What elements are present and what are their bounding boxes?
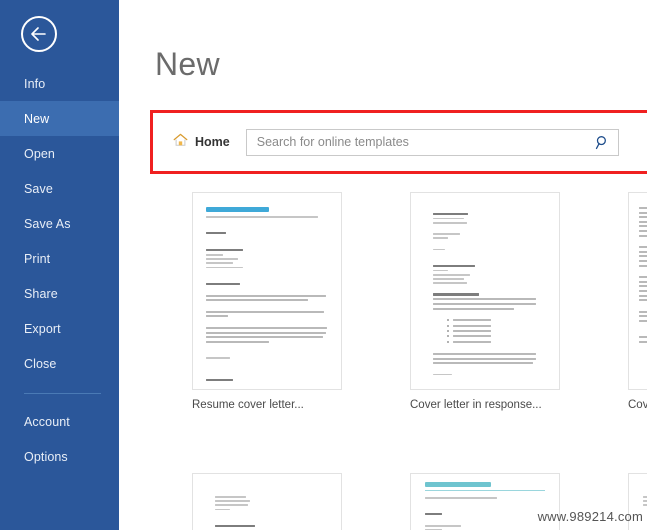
template-row: Resume cover letter... bbox=[192, 192, 647, 411]
sidebar-item-label: Account bbox=[24, 415, 70, 429]
template-search-row: Home bbox=[150, 110, 647, 174]
sidebar-item-label: New bbox=[24, 112, 49, 126]
sidebar-item-label: Options bbox=[24, 450, 68, 464]
template-grid: Resume cover letter... bbox=[192, 192, 647, 530]
sidebar-item-account[interactable]: Account bbox=[0, 404, 119, 439]
sidebar-item-export[interactable]: Export bbox=[0, 311, 119, 346]
template-thumbnail bbox=[410, 192, 560, 390]
backstage-nav: Info New Open Save Save As Print Share E… bbox=[0, 66, 119, 474]
template-thumbnail bbox=[192, 192, 342, 390]
template-card-cover-letter-in-response[interactable]: Cover letter in response... bbox=[410, 192, 560, 411]
home-label: Home bbox=[195, 135, 230, 149]
sidebar-item-options[interactable]: Options bbox=[0, 439, 119, 474]
template-label: Resume cover letter... bbox=[192, 399, 342, 411]
template-thumbnail bbox=[192, 473, 342, 530]
sidebar-item-label: Open bbox=[24, 147, 55, 161]
sidebar-item-save[interactable]: Save bbox=[0, 171, 119, 206]
sidebar-item-share[interactable]: Share bbox=[0, 276, 119, 311]
template-thumbnail bbox=[628, 192, 647, 390]
back-arrow-icon bbox=[30, 27, 48, 41]
word-backstage-new-screen: Info New Open Save Save As Print Share E… bbox=[0, 0, 647, 530]
sidebar-item-save-as[interactable]: Save As bbox=[0, 206, 119, 241]
back-button[interactable] bbox=[21, 16, 57, 52]
sidebar-item-open[interactable]: Open bbox=[0, 136, 119, 171]
sidebar-item-label: Close bbox=[24, 357, 56, 371]
sidebar-divider bbox=[24, 393, 101, 394]
sidebar-item-label: Export bbox=[24, 322, 61, 336]
sidebar-item-new[interactable]: New bbox=[0, 101, 119, 136]
template-card-partially-visible[interactable]: Cov bbox=[628, 192, 647, 411]
search-box[interactable] bbox=[246, 129, 619, 156]
watermark: www.989214.com bbox=[538, 509, 643, 524]
sidebar-item-info[interactable]: Info bbox=[0, 66, 119, 101]
backstage-sidebar: Info New Open Save Save As Print Share E… bbox=[0, 0, 119, 530]
search-input[interactable] bbox=[255, 129, 589, 156]
sidebar-item-label: Share bbox=[24, 287, 58, 301]
sidebar-item-label: Print bbox=[24, 252, 50, 266]
template-label: Cover letter in response... bbox=[410, 399, 560, 411]
home-icon bbox=[173, 133, 188, 152]
template-label: Cov bbox=[628, 399, 647, 411]
sidebar-item-label: Info bbox=[24, 77, 45, 91]
backstage-main: New Home bbox=[119, 0, 647, 530]
sidebar-item-print[interactable]: Print bbox=[0, 241, 119, 276]
sidebar-item-label: Save As bbox=[24, 217, 71, 231]
sidebar-item-close[interactable]: Close bbox=[0, 346, 119, 381]
home-link[interactable]: Home bbox=[173, 133, 230, 152]
sidebar-item-label: Save bbox=[24, 182, 53, 196]
template-card-row2-1[interactable] bbox=[192, 473, 342, 530]
search-icon[interactable] bbox=[594, 133, 612, 151]
page-title: New bbox=[155, 48, 220, 80]
template-card-resume-cover-letter[interactable]: Resume cover letter... bbox=[192, 192, 342, 411]
